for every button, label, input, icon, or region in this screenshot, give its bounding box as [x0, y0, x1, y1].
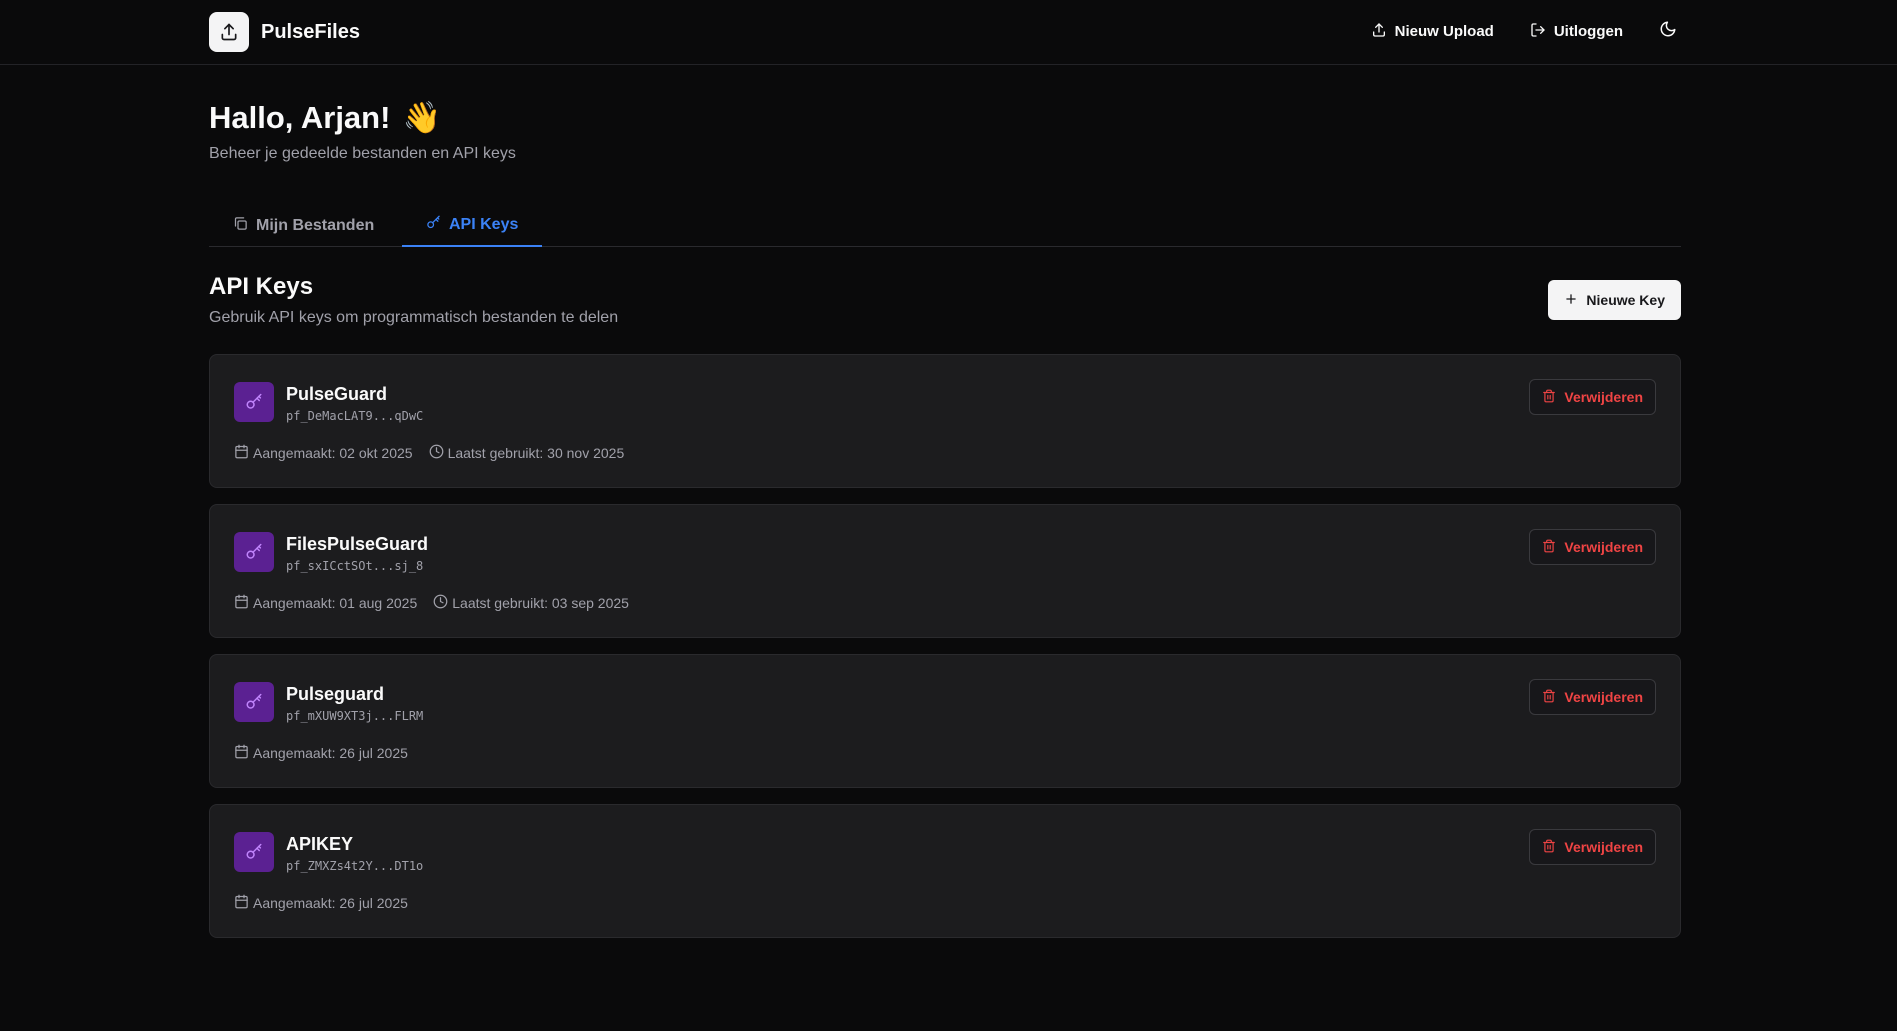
- key-meta: Aangemaakt: 01 aug 2025 Laatst gebruikt:…: [234, 594, 629, 612]
- app-name: PulseFiles: [261, 20, 360, 43]
- new-upload-label: Nieuw Upload: [1394, 23, 1494, 40]
- upload-logo-icon: [209, 12, 249, 52]
- moon-icon: [1659, 20, 1677, 43]
- section-subtitle: Gebruik API keys om programmatisch besta…: [209, 309, 619, 326]
- api-key-list: PulseGuard pf_DeMacLAT9...qDwC Aangemaak…: [209, 354, 1681, 954]
- created-label: Aangemaakt: 01 aug 2025: [253, 595, 418, 611]
- key-name: PulseGuard: [286, 384, 388, 404]
- calendar-icon: [234, 744, 249, 762]
- key-icon: [234, 832, 274, 872]
- section-title: API Keys: [209, 273, 314, 300]
- delete-button[interactable]: Verwijderen: [1529, 829, 1656, 865]
- key-icon: [234, 382, 274, 422]
- key-value: pf_DeMacLAT9...qDwC: [286, 409, 424, 423]
- key-name: Pulseguard: [286, 684, 385, 704]
- created-date: Aangemaakt: 01 aug 2025: [234, 594, 417, 612]
- theme-toggle-button[interactable]: [1659, 20, 1677, 43]
- key-meta: Aangemaakt: 02 okt 2025 Laatst gebruikt:…: [234, 444, 624, 462]
- tab-my-files-label: Mijn Bestanden: [256, 217, 375, 234]
- tab-bar: Mijn Bestanden API Keys: [209, 205, 1681, 247]
- last-used-label: Laatst gebruikt: 30 nov 2025: [447, 445, 625, 461]
- created-date: Aangemaakt: 26 jul 2025: [234, 894, 408, 912]
- key-icon: [234, 532, 274, 572]
- key-value: pf_ZMXZs4t2Y...DT1o: [286, 859, 424, 873]
- key-meta: Aangemaakt: 26 jul 2025: [234, 744, 408, 762]
- new-key-label: Nieuwe Key: [1586, 292, 1665, 308]
- tab-api-keys[interactable]: API Keys: [402, 205, 543, 247]
- delete-button[interactable]: Verwijderen: [1529, 679, 1656, 715]
- trash-icon: [1542, 389, 1556, 406]
- trash-icon: [1542, 839, 1556, 856]
- key-icon: [426, 215, 441, 235]
- plus-icon: [1564, 292, 1578, 309]
- calendar-icon: [234, 444, 249, 462]
- waving-hand-icon: 👋: [402, 100, 442, 135]
- created-label: Aangemaakt: 26 jul 2025: [253, 745, 408, 761]
- key-value: pf_sxICctSOt...sj_8: [286, 559, 424, 573]
- api-key-card: Pulseguard pf_mXUW9XT3j...FLRM Aangemaak…: [209, 654, 1681, 788]
- calendar-icon: [234, 594, 249, 612]
- trash-icon: [1542, 689, 1556, 706]
- logout-link[interactable]: Uitloggen: [1530, 22, 1623, 42]
- delete-label: Verwijderen: [1564, 539, 1643, 555]
- clock-icon: [429, 444, 444, 462]
- key-name: APIKEY: [286, 834, 354, 854]
- calendar-icon: [234, 894, 249, 912]
- copy-icon: [233, 216, 248, 236]
- upload-icon: [1371, 22, 1387, 42]
- last-used-date: Laatst gebruikt: 30 nov 2025: [429, 444, 625, 462]
- greeting-subtitle: Beheer je gedeelde bestanden en API keys: [209, 145, 516, 162]
- top-bar: PulseFiles Nieuw Upload Uitloggen: [0, 0, 1897, 65]
- last-used-date: Laatst gebruikt: 03 sep 2025: [433, 594, 629, 612]
- created-date: Aangemaakt: 02 okt 2025: [234, 444, 413, 462]
- greeting-heading: Hallo, Arjan! 👋: [209, 99, 441, 136]
- delete-button[interactable]: Verwijderen: [1529, 379, 1656, 415]
- api-key-card: FilesPulseGuard pf_sxICctSOt...sj_8 Aang…: [209, 504, 1681, 638]
- key-name: FilesPulseGuard: [286, 534, 429, 554]
- api-key-card: APIKEY pf_ZMXZs4t2Y...DT1o Aangemaakt: 2…: [209, 804, 1681, 938]
- last-used-label: Laatst gebruikt: 03 sep 2025: [452, 595, 629, 611]
- logout-icon: [1530, 22, 1546, 42]
- created-label: Aangemaakt: 26 jul 2025: [253, 895, 408, 911]
- brand[interactable]: PulseFiles: [209, 12, 360, 52]
- delete-button[interactable]: Verwijderen: [1529, 529, 1656, 565]
- delete-label: Verwijderen: [1564, 839, 1643, 855]
- key-value: pf_mXUW9XT3j...FLRM: [286, 709, 424, 723]
- logout-label: Uitloggen: [1553, 23, 1623, 40]
- tab-my-files[interactable]: Mijn Bestanden: [209, 205, 398, 247]
- clock-icon: [433, 594, 448, 612]
- created-label: Aangemaakt: 02 okt 2025: [253, 445, 413, 461]
- new-upload-link[interactable]: Nieuw Upload: [1371, 22, 1494, 42]
- tab-api-keys-label: API Keys: [449, 216, 519, 233]
- delete-label: Verwijderen: [1564, 389, 1643, 405]
- trash-icon: [1542, 539, 1556, 556]
- new-key-button[interactable]: Nieuwe Key: [1548, 280, 1681, 320]
- key-icon: [234, 682, 274, 722]
- api-key-card: PulseGuard pf_DeMacLAT9...qDwC Aangemaak…: [209, 354, 1681, 488]
- greeting-text: Hallo, Arjan!: [209, 99, 391, 135]
- delete-label: Verwijderen: [1564, 689, 1643, 705]
- top-nav: Nieuw Upload Uitloggen: [1371, 20, 1677, 43]
- created-date: Aangemaakt: 26 jul 2025: [234, 744, 408, 762]
- key-meta: Aangemaakt: 26 jul 2025: [234, 894, 408, 912]
